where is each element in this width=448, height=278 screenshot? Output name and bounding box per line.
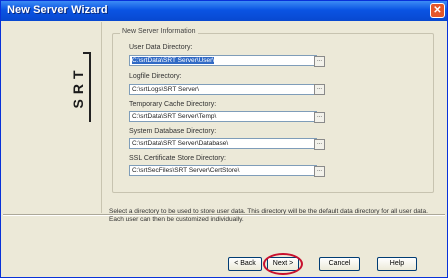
logo-bar (89, 52, 91, 122)
wizard-side-panel: SRT (3, 22, 102, 213)
wizard-window: New Server Wizard ✕ SRT New Server Infor… (0, 0, 448, 278)
browse-user-data-button[interactable]: ... (314, 56, 325, 67)
browse-system-db-button[interactable]: ... (314, 139, 325, 150)
group-legend: New Server Information (120, 28, 198, 35)
system-db-value: C:\srtData\SRT Server\Database\ (132, 140, 229, 147)
logo-letter-s: S (71, 94, 86, 108)
browse-logfile-button[interactable]: ... (314, 84, 325, 95)
temp-cache-input[interactable]: C:\srtData\SRT Server\Temp\ (129, 111, 317, 122)
ssl-store-value: C:\srtSecFiles\SRT Server\CertStore\ (132, 167, 240, 174)
temp-cache-label: Temporary Cache Directory: (129, 101, 217, 108)
srt-logo: SRT (71, 65, 86, 108)
logfile-value: C:\srtLogs\SRT Server\ (132, 86, 199, 93)
logfile-label: Logfile Directory: (129, 73, 182, 80)
back-button[interactable]: < Back (228, 257, 262, 271)
system-db-label: System Database Directory: (129, 128, 217, 135)
button-separator (3, 214, 445, 216)
temp-cache-value: C:\srtData\SRT Server\Temp\ (132, 113, 217, 120)
user-data-label: User Data Directory: (129, 44, 193, 51)
title-bar[interactable]: New Server Wizard ✕ (1, 1, 447, 21)
browse-temp-cache-button[interactable]: ... (314, 112, 325, 123)
system-db-input[interactable]: C:\srtData\SRT Server\Database\ (129, 138, 317, 149)
user-data-value: C:\srtData\SRT Server\User\ (132, 57, 215, 64)
svg-text:SRT: SRT (71, 65, 86, 108)
help-button[interactable]: Help (377, 257, 417, 271)
cancel-button[interactable]: Cancel (319, 257, 360, 271)
window-title: New Server Wizard (7, 4, 108, 16)
browse-ssl-store-button[interactable]: ... (314, 166, 325, 177)
logfile-input[interactable]: C:\srtLogs\SRT Server\ (129, 84, 317, 95)
description-text: Select a directory to be used to store u… (109, 208, 428, 223)
close-button[interactable]: ✕ (430, 3, 445, 18)
wizard-content: New Server Information User Data Directo… (102, 22, 445, 223)
logo-letter-t: T (71, 65, 86, 79)
ssl-store-input[interactable]: C:\srtSecFiles\SRT Server\CertStore\ (129, 165, 317, 176)
user-data-input[interactable]: C:\srtData\SRT Server\User\ (129, 55, 317, 66)
logo-bar-top (83, 52, 91, 54)
next-button[interactable]: Next > (267, 257, 299, 271)
logo-letter-r: R (71, 79, 86, 94)
ssl-store-label: SSL Certificate Store Directory: (129, 155, 226, 162)
close-icon: ✕ (433, 5, 442, 16)
